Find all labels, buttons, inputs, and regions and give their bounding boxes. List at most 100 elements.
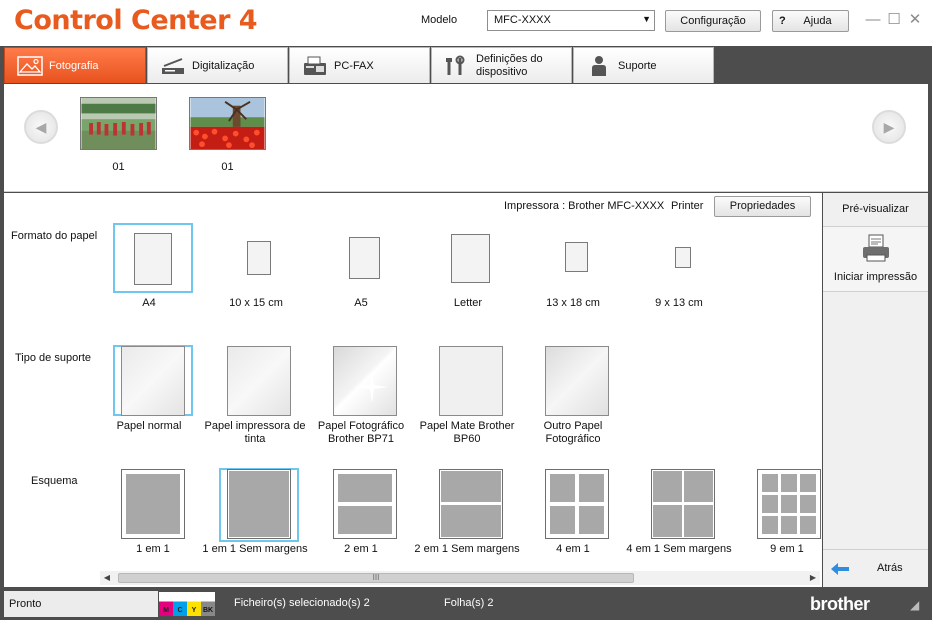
properties-button[interactable]: Propriedades — [714, 196, 811, 217]
tab-pc-fax[interactable]: PC-FAX — [289, 47, 430, 83]
model-select-value: MFC-XXXX — [494, 14, 551, 26]
media-preview — [333, 346, 397, 416]
media-option-line2: Brother BP71 — [327, 433, 395, 445]
layout-cell — [762, 516, 778, 534]
model-select[interactable]: MFC-XXXX ▼ — [487, 10, 655, 31]
horizontal-scrollbar[interactable]: ◀ III ▶ — [100, 571, 820, 585]
layout-option-label: 2 em 1 — [344, 543, 378, 555]
layout-cell — [800, 495, 816, 513]
paper-preview — [349, 237, 380, 279]
printer-label: Impressora : Brother MFC-XXXX — [504, 200, 665, 212]
paper-preview — [565, 242, 588, 272]
paper-option-label: A4 — [142, 297, 156, 309]
tab-photo-label: Fotografia — [49, 60, 99, 72]
layout-cell — [338, 474, 392, 502]
scrollbar-grip: III — [372, 573, 380, 582]
status-selected-files: Ficheiro(s) selecionado(s) 2 — [234, 597, 370, 609]
layout-cell — [653, 471, 682, 502]
ink-yellow: Y — [187, 592, 201, 616]
media-option-line2: BP60 — [453, 433, 481, 445]
paper-preview — [247, 241, 271, 275]
layout-cell — [684, 471, 713, 502]
back-button[interactable]: Atrás — [823, 549, 928, 587]
layout-option-label: 4 em 1 — [556, 543, 590, 555]
tab-scan-label: Digitalização — [192, 60, 255, 72]
tab-device-settings-label: Definições do dispositivo — [476, 53, 543, 79]
resize-grip-icon[interactable]: ◢ — [910, 598, 926, 614]
photo-thumbnail-1[interactable] — [80, 97, 157, 150]
tab-bar: Fotografia Digitalização PC-FAX Definiçõ… — [0, 46, 932, 84]
tab-device-settings-line1: Definições do — [476, 53, 543, 65]
maximize-icon[interactable]: ☐ — [886, 10, 902, 30]
layout-cell — [579, 474, 604, 502]
tab-photo[interactable]: Fotografia — [4, 47, 146, 83]
media-option-label: Outro Papel Fotográfico — [518, 420, 628, 446]
title-bar: Control Center 4 Modelo MFC-XXXX ▼ Confi… — [0, 0, 932, 46]
media-option-line1: Outro Papel — [543, 420, 603, 432]
printer-kind: Printer — [671, 200, 704, 212]
help-button-label: Ajuda — [803, 15, 832, 27]
start-print-button[interactable]: Iniciar impressão — [823, 226, 928, 292]
tab-scan[interactable]: Digitalização — [147, 47, 288, 83]
photo-thumbnail-2[interactable] — [189, 97, 266, 150]
back-arrow-icon — [831, 563, 849, 575]
printer-icon — [863, 234, 889, 262]
previous-arrow-icon[interactable]: ◀ — [24, 110, 58, 144]
tab-pc-fax-label: PC-FAX — [334, 60, 374, 72]
status-bar: Pronto M C Y BK Ficheiro(s) selecionado(… — [0, 590, 932, 620]
paper-option-label: 13 x 18 cm — [546, 297, 600, 309]
media-preview — [439, 346, 503, 416]
layout-cell — [762, 495, 778, 513]
media-type-label: Tipo de suporte — [15, 352, 92, 364]
layout-preview — [439, 469, 503, 539]
layout-cell — [762, 474, 778, 492]
media-preview — [121, 346, 185, 416]
configuration-button[interactable]: Configuração — [665, 10, 761, 32]
person-icon — [592, 56, 606, 76]
layout-cell — [579, 506, 604, 534]
paper-preview — [134, 233, 172, 285]
start-print-label: Iniciar impressão — [833, 271, 918, 283]
layout-cell — [684, 505, 713, 537]
layout-preview — [757, 469, 821, 539]
layout-option-label: 2 em 1 Sem margens — [414, 543, 520, 555]
media-option-label: Papel Fotográfico Brother BP71 — [306, 420, 416, 446]
paper-option-label: Letter — [453, 297, 483, 309]
photo-caption-1: 01 — [112, 161, 125, 173]
scroll-right-icon[interactable]: ▶ — [806, 571, 820, 585]
media-option-line1: Papel impressora de — [204, 420, 306, 432]
close-icon[interactable]: ✕ — [907, 10, 923, 30]
minimize-icon[interactable]: — — [865, 10, 881, 30]
back-label: Atrás — [877, 562, 903, 574]
chevron-down-icon: ▼ — [642, 14, 651, 24]
media-preview — [227, 346, 291, 416]
brand-logo: brother — [810, 594, 870, 614]
paper-option-label: 9 x 13 cm — [655, 297, 703, 309]
scrollbar-thumb[interactable]: III — [118, 573, 634, 583]
status-sheets: Folha(s) 2 — [444, 597, 494, 609]
fax-icon — [304, 56, 326, 75]
layout-preview — [545, 469, 609, 539]
media-option-line2: tinta — [244, 433, 266, 445]
scroll-left-icon[interactable]: ◀ — [100, 571, 114, 585]
paper-option-label: 10 x 15 cm — [229, 297, 283, 309]
scanner-icon — [162, 58, 184, 74]
layout-cell — [229, 471, 289, 537]
help-button[interactable]: ? Ajuda — [772, 10, 849, 32]
tab-device-settings[interactable]: Definições do dispositivo — [431, 47, 572, 83]
media-option-line1: Papel normal — [116, 420, 182, 432]
layout-cell — [781, 495, 797, 513]
media-option-label: Papel Mate Brother BP60 — [412, 420, 522, 446]
ink-levels[interactable]: M C Y BK — [159, 592, 217, 616]
layout-cell — [781, 474, 797, 492]
layout-cell — [653, 505, 682, 537]
next-arrow-icon[interactable]: ▶ — [872, 110, 906, 144]
action-panel: Pré-visualizar Iniciar impressão Atrás — [823, 193, 928, 587]
media-preview — [545, 346, 609, 416]
status-ready: Pronto — [4, 591, 158, 617]
preview-button[interactable]: Pré-visualizar — [823, 203, 928, 215]
layout-cell — [338, 506, 392, 534]
paper-size-label: Formato do papel — [11, 230, 98, 242]
tab-support[interactable]: Suporte — [573, 47, 714, 83]
sparkle-icon — [356, 371, 388, 403]
